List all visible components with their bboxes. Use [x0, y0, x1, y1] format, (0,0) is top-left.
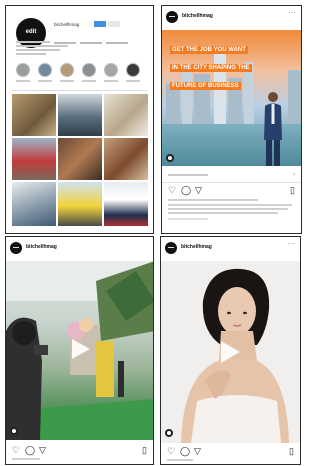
ad-headline: GET THE JOB YOU WANT IN THE CITY SHAPING… [170, 38, 252, 92]
grid-post[interactable] [12, 138, 56, 180]
story-highlight[interactable] [82, 63, 96, 77]
camera-icon [166, 154, 174, 162]
caption-line [168, 208, 288, 210]
timestamp-line [168, 218, 208, 220]
headline-line-3: FUTURE OF BUSINESS [170, 82, 241, 90]
bio-line [16, 45, 68, 47]
grid-post[interactable] [58, 94, 102, 136]
grid-post[interactable] [12, 182, 56, 226]
bio-line [16, 53, 46, 55]
more-options-icon[interactable]: ··· [288, 241, 296, 247]
profile-avatar-text: edit [25, 29, 37, 35]
learn-more-bar[interactable]: › [162, 168, 301, 183]
post-header: bitchellhmag [6, 237, 153, 261]
story-highlight[interactable] [126, 63, 140, 77]
comment-icon[interactable]: ◯ [181, 185, 191, 195]
video-post-screen: bitchellhmag ♡ ◯ ▽ ▯ [5, 236, 154, 465]
heart-icon[interactable]: ♡ [12, 445, 20, 455]
story-highlight[interactable] [104, 63, 118, 77]
avatar[interactable] [165, 242, 177, 254]
bio-line [16, 41, 50, 43]
grid-post[interactable] [104, 138, 148, 180]
profile-avatar[interactable]: edit [16, 18, 46, 48]
follow-button[interactable] [94, 21, 106, 27]
businessman-figure [264, 92, 282, 166]
avatar[interactable] [166, 11, 178, 23]
bookmark-icon[interactable]: ▯ [142, 445, 147, 455]
bookmark-icon[interactable]: ▯ [289, 446, 294, 456]
post-header: bitchellhmag ··· [162, 6, 301, 30]
portrait-post-screen: bitchellhmag ··· ♡ ◯ ▽ ▯ [160, 236, 301, 465]
story-highlight[interactable] [60, 63, 74, 77]
post-actions: ♡ ◯ ▽ ▯ [6, 445, 153, 459]
play-icon[interactable] [72, 339, 90, 359]
post-username[interactable]: bitchellhmag [182, 13, 213, 19]
grid-post[interactable] [58, 138, 102, 180]
comment-icon[interactable]: ◯ [180, 446, 190, 456]
share-icon[interactable]: ▽ [194, 446, 201, 456]
portrait-video[interactable] [161, 261, 300, 443]
avatar[interactable] [10, 242, 22, 254]
views-line [167, 459, 193, 461]
caption-line [168, 204, 292, 206]
grid-post[interactable] [58, 182, 102, 226]
ad-post-screen: bitchellhmag ··· GET THE JOB YOU WANT IN… [161, 5, 302, 234]
share-icon[interactable]: ▽ [195, 185, 202, 195]
caption-line [168, 212, 278, 214]
chevron-right-icon: › [293, 172, 295, 178]
post-username[interactable]: bitchellhmag [26, 244, 57, 250]
profile-handle: bitchellhmag [54, 22, 80, 27]
bookmark-icon[interactable]: ▯ [290, 185, 295, 195]
profile-screen: edit bitchellhmag [5, 5, 154, 234]
video-icon [10, 427, 18, 435]
bio-line [16, 49, 60, 51]
story-highlight[interactable] [38, 63, 52, 77]
headline-line-2: IN THE CITY SHAPING THE [170, 64, 252, 72]
grid-post[interactable] [104, 94, 148, 136]
grid-post[interactable] [12, 94, 56, 136]
profile-stats [54, 31, 146, 44]
share-icon[interactable]: ▽ [39, 445, 46, 455]
post-actions: ♡ ◯ ▽ ▯ [161, 446, 300, 460]
profile-tabs-divider [12, 90, 147, 91]
story-highlight[interactable] [16, 63, 30, 77]
post-username[interactable]: bitchellhmag [181, 244, 212, 250]
post-actions: ♡ ◯ ▽ ▯ [162, 185, 301, 199]
video-player[interactable] [6, 261, 153, 440]
more-options-icon[interactable]: ··· [289, 10, 297, 16]
headline-line-1: GET THE JOB YOU WANT [170, 46, 248, 54]
post-header: bitchellhmag ··· [161, 237, 300, 261]
heart-icon[interactable]: ♡ [167, 446, 175, 456]
likes-line [168, 199, 258, 201]
video-icon [165, 429, 173, 437]
heart-icon[interactable]: ♡ [168, 185, 176, 195]
ad-image[interactable]: GET THE JOB YOU WANT IN THE CITY SHAPING… [162, 30, 301, 168]
grid-post[interactable] [104, 182, 148, 226]
message-button[interactable] [108, 21, 120, 27]
play-icon[interactable] [221, 341, 240, 363]
views-line [12, 458, 40, 460]
comment-icon[interactable]: ◯ [25, 445, 35, 455]
